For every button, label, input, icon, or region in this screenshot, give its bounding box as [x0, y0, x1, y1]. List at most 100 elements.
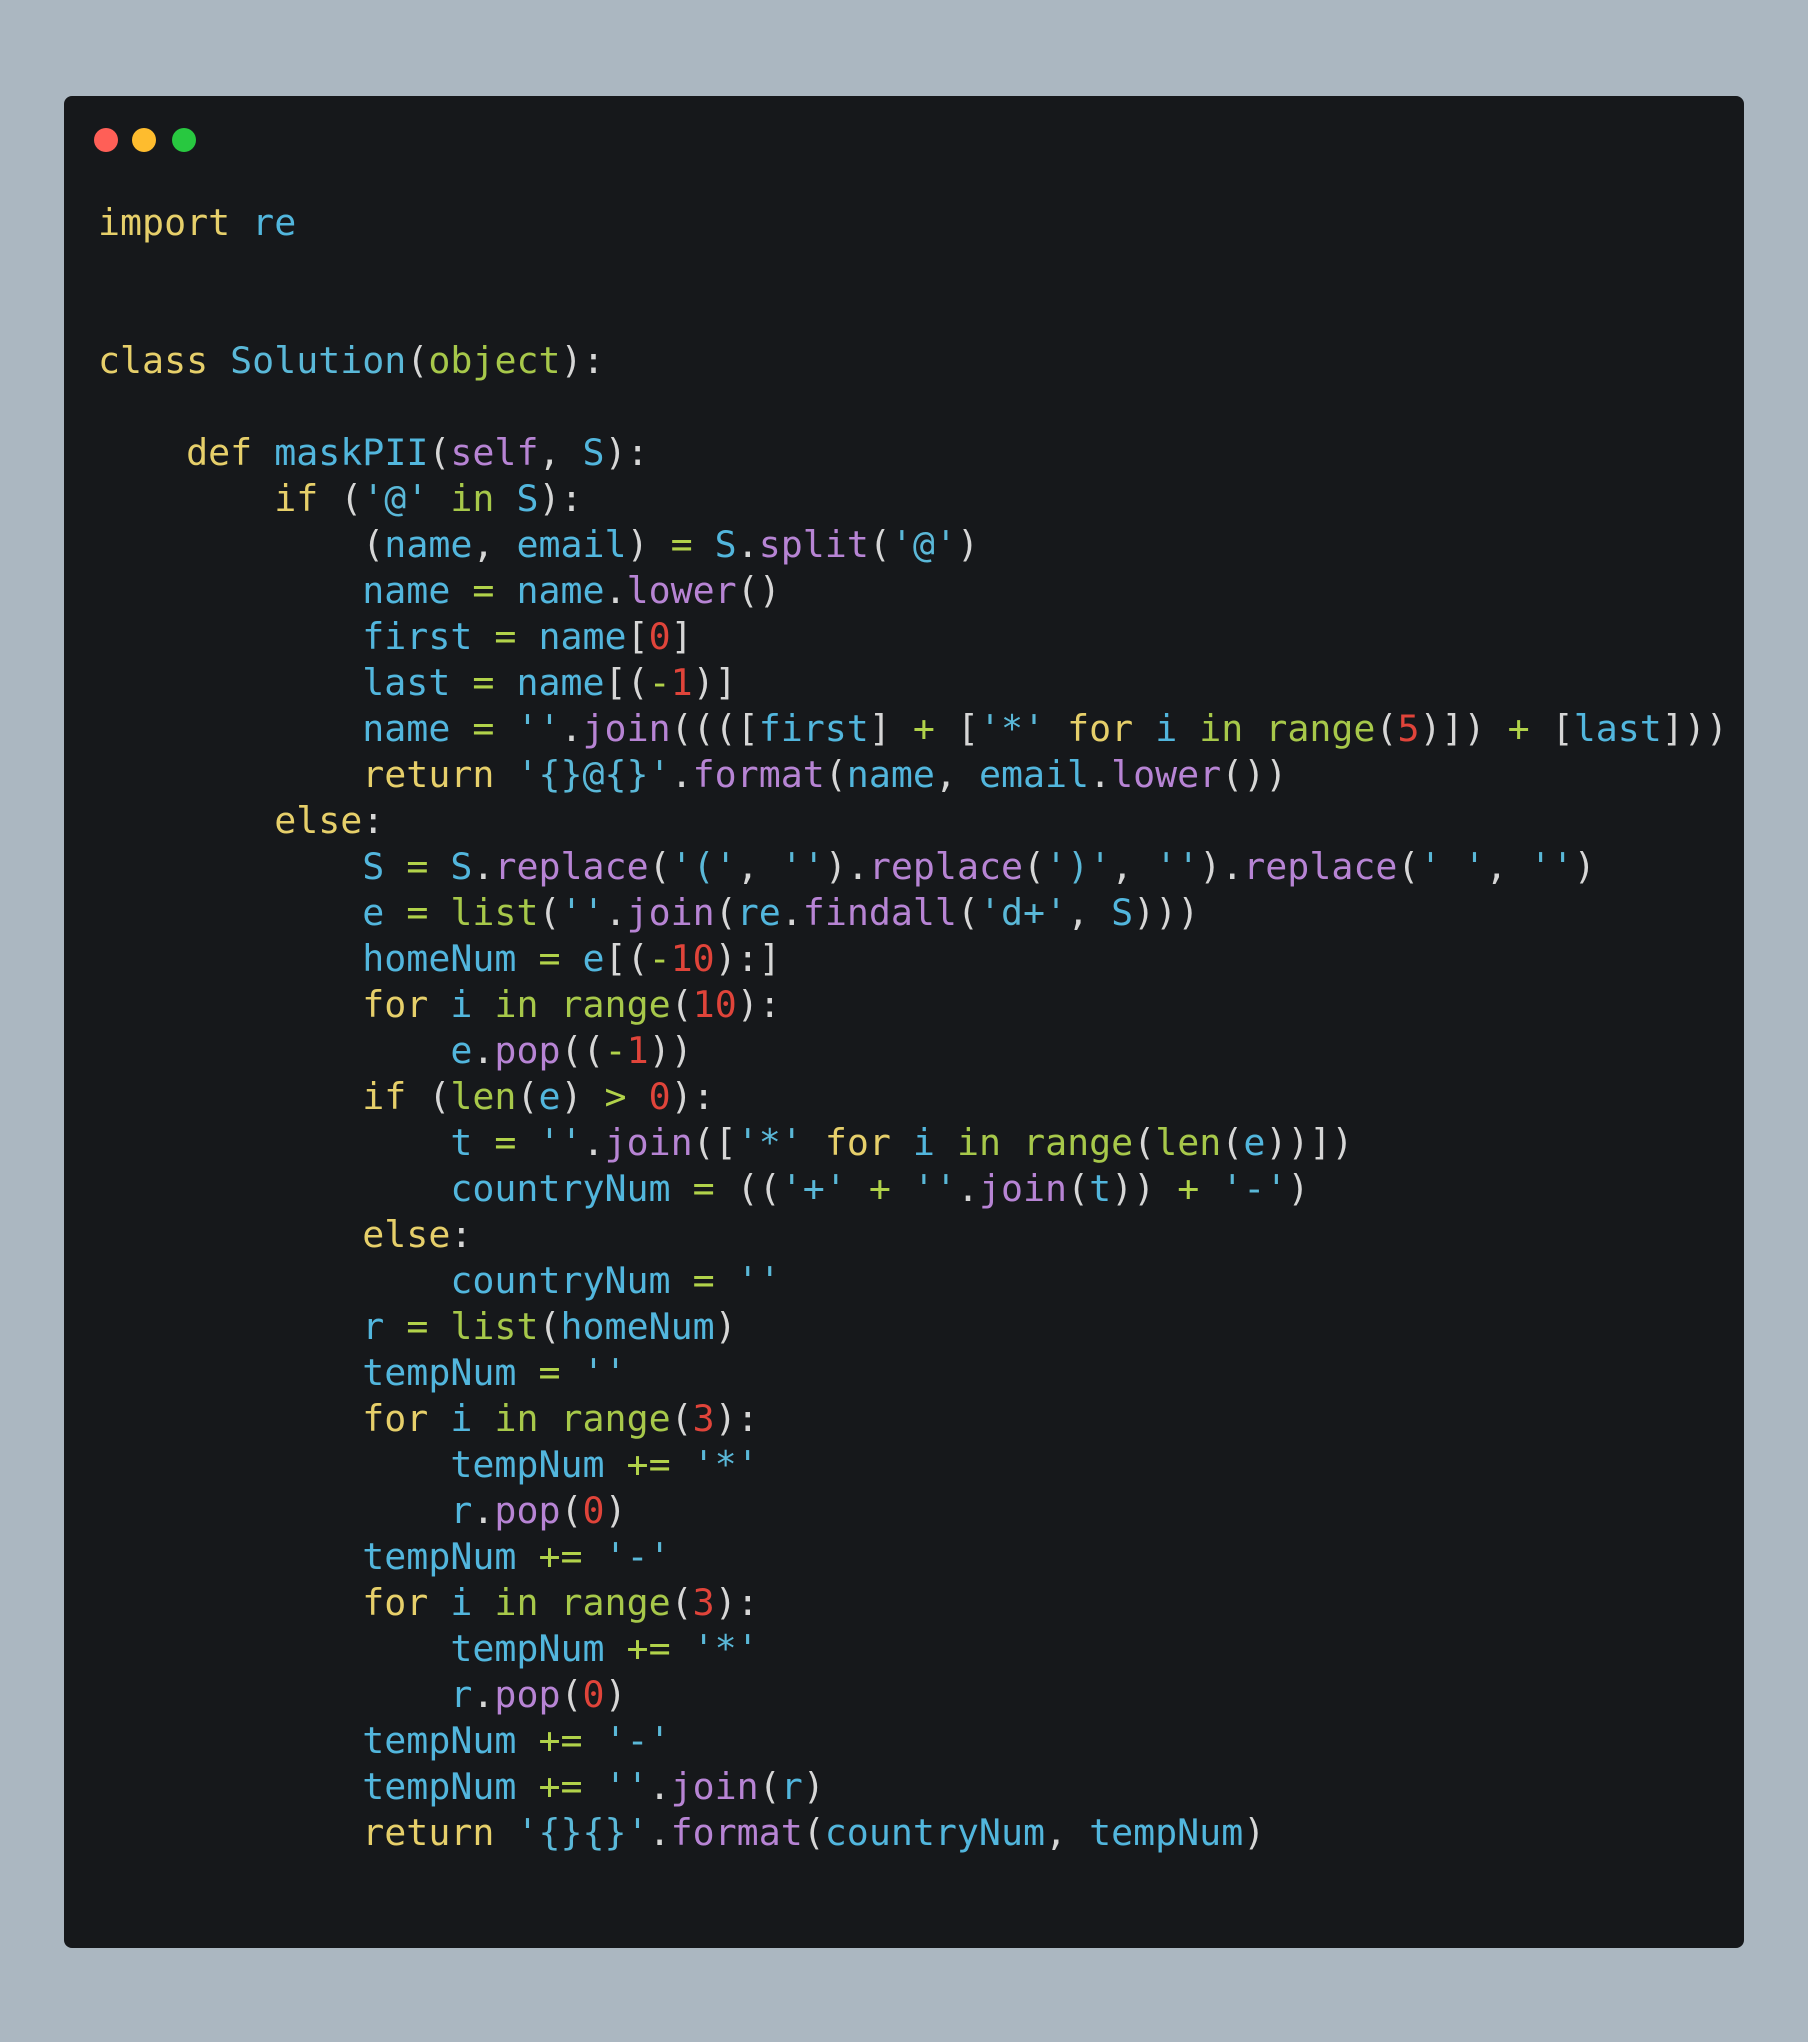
code-token: )	[1243, 1811, 1266, 1854]
code-token: +=	[626, 1627, 671, 1670]
code-token: )	[802, 1765, 825, 1808]
code-token: ).	[824, 845, 869, 888]
code-token: i	[450, 983, 473, 1026]
code-token: range	[1023, 1121, 1134, 1164]
code-token: i	[450, 1581, 473, 1624]
code-token: (	[758, 1765, 781, 1808]
code-token: maskPII	[274, 431, 429, 474]
code-line: return '{}{}'.format(countryNum, tempNum…	[98, 1810, 1728, 1856]
code-token: (	[406, 1075, 451, 1118]
code-token: .	[780, 891, 803, 934]
code-token: (	[428, 431, 451, 474]
code-token: homeNum	[560, 1305, 715, 1348]
code-token: t	[1089, 1167, 1112, 1210]
code-line: first = name[0]	[98, 614, 1728, 660]
code-token: in	[494, 1397, 539, 1440]
code-token: (	[956, 891, 979, 934]
code-line: if ('@' in S):	[98, 476, 1728, 522]
code-token: findall	[802, 891, 957, 934]
code-line: tempNum += '-'	[98, 1534, 1728, 1580]
code-token: :	[362, 799, 385, 842]
code-token: lower	[626, 569, 737, 612]
code-token: ''	[582, 1351, 627, 1394]
code-token: '*'	[978, 707, 1046, 750]
code-token: .	[472, 1673, 495, 1716]
code-token: ):	[714, 1581, 759, 1624]
code-line: countryNum = (('+' + ''.join(t)) + '-')	[98, 1166, 1728, 1212]
code-token: ,	[736, 845, 781, 888]
code-token: (	[1397, 845, 1420, 888]
code-token: (	[560, 1673, 583, 1716]
code-token: i	[912, 1121, 935, 1164]
code-token: '('	[670, 845, 737, 888]
code-token: .	[472, 1029, 495, 1072]
code-token: .	[1089, 753, 1112, 796]
minimize-button[interactable]	[132, 128, 156, 152]
code-token: +=	[538, 1535, 583, 1578]
code-line: tempNum += '*'	[98, 1442, 1728, 1488]
code-token: e	[1243, 1121, 1266, 1164]
code-token: S	[516, 477, 539, 520]
code-token: ):	[736, 983, 781, 1026]
code-token: r	[450, 1673, 473, 1716]
code-token: for	[362, 1397, 429, 1440]
code-token: =	[406, 845, 429, 888]
code-token: (	[868, 523, 891, 566]
code-token: .	[648, 1811, 671, 1854]
code-token: .	[604, 891, 627, 934]
code-token: last	[362, 661, 451, 704]
code-token: .	[472, 845, 495, 888]
code-window: import re class Solution(object): def ma…	[64, 96, 1744, 1948]
code-token: tempNum	[362, 1765, 517, 1808]
code-token: 1	[626, 1029, 649, 1072]
code-token: (	[670, 1581, 693, 1624]
code-token: )	[714, 1305, 737, 1348]
code-block: import re class Solution(object): def ma…	[98, 200, 1728, 1856]
code-token: import	[98, 201, 231, 244]
code-token: ,	[1111, 845, 1156, 888]
code-token: tempNum	[450, 1627, 605, 1670]
code-line: def maskPII(self, S):	[98, 430, 1728, 476]
code-token: '*'	[692, 1627, 759, 1670]
code-token: )))	[1133, 891, 1200, 934]
code-token: name	[846, 753, 935, 796]
code-token: pop	[494, 1029, 561, 1072]
code-token: ''	[736, 1259, 781, 1302]
code-token: 10	[670, 937, 715, 980]
close-button[interactable]	[94, 128, 118, 152]
code-token: ,	[1045, 1811, 1090, 1854]
code-token: 0	[648, 1075, 671, 1118]
maximize-button[interactable]	[172, 128, 196, 152]
code-token: 5	[1397, 707, 1420, 750]
code-token: =	[472, 661, 495, 704]
